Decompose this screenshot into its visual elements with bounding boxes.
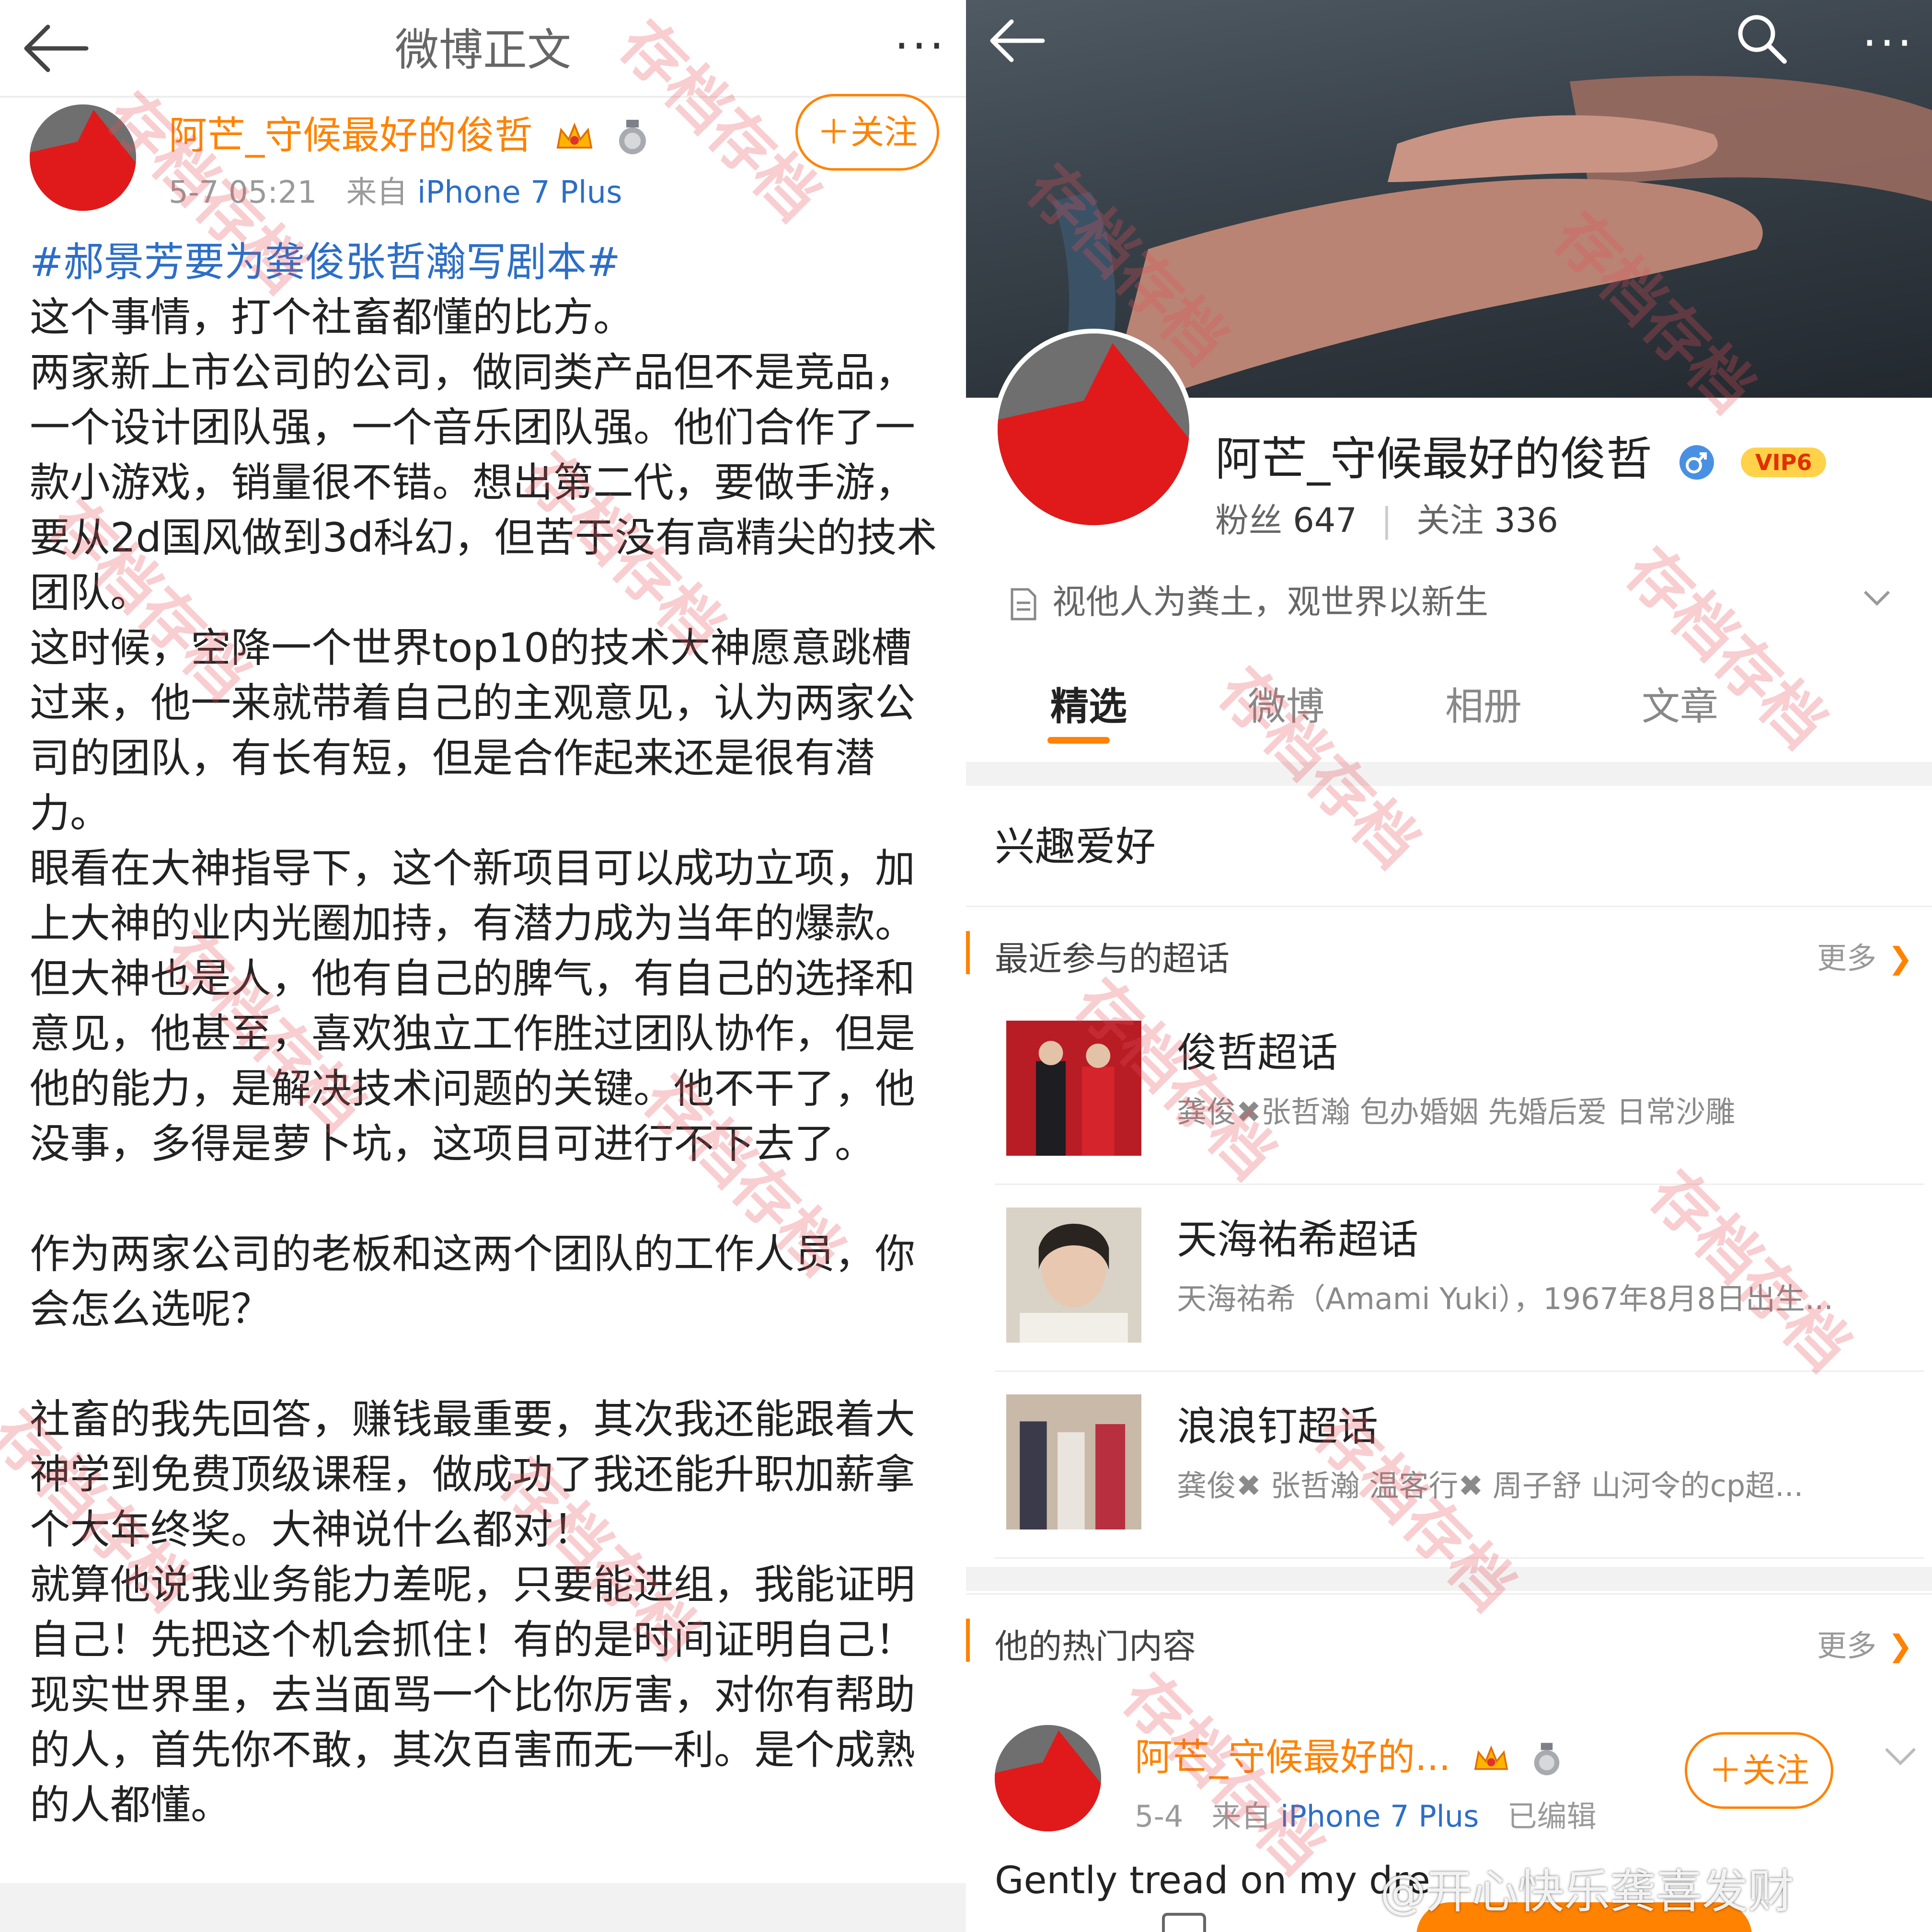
document-icon bbox=[1011, 588, 1036, 621]
profile-panel: ··· 阿芒_守候最好的俊哲 VIP6 粉丝 647 | 关注 336 视他人为… bbox=[966, 0, 1932, 1932]
chevron-down-icon[interactable] bbox=[1881, 1739, 1920, 1773]
hot-content-header: 他的热门内容 更多 ❯ bbox=[966, 1593, 1932, 1686]
profile-avatar[interactable] bbox=[993, 329, 1194, 530]
supertopic-item[interactable]: 浪浪钉超话 龚俊✖ 张哲瀚 温客行✖ 周子舒 山河令的cp超... bbox=[995, 1370, 1924, 1559]
supertopic-name: 天海祐希超话 bbox=[1177, 1216, 1419, 1263]
post-paragraph: 现实世界里，去当面骂一个比你厉害，对你有帮助的人，首先你不敢，其次百害而无一利。… bbox=[30, 1671, 916, 1828]
following-value: 336 bbox=[1494, 501, 1558, 540]
following-label: 关注 bbox=[1416, 501, 1484, 540]
back-arrow-icon[interactable] bbox=[985, 14, 1047, 67]
compose-icon[interactable] bbox=[1158, 1909, 1210, 1932]
section-divider bbox=[966, 1567, 1932, 1591]
supertopic-name: 浪浪钉超话 bbox=[1177, 1403, 1379, 1450]
bio-text: 视他人为粪土，观世界以新生 bbox=[1052, 582, 1488, 621]
profile-name-text: 阿芒_守候最好的俊哲 bbox=[1215, 432, 1652, 486]
medal-icon bbox=[1534, 1742, 1560, 1775]
chevron-right-icon: ❯ bbox=[1888, 941, 1913, 976]
hashtag-link[interactable]: #郝景芳要为龚俊张哲瀚写剧本# bbox=[30, 239, 621, 286]
post-detail-panel: 微博正文 ··· 阿芒_守候最好的俊哲 5-7 05:21 来自 iPhone … bbox=[0, 0, 966, 1932]
post-author-name-text[interactable]: 阿芒_守候最好的... bbox=[1135, 1736, 1450, 1779]
crown-badge-icon bbox=[557, 122, 593, 149]
supertopics-title: 最近参与的超话 bbox=[995, 939, 1230, 978]
supertopic-item[interactable]: 俊哲超话 龚俊✖张哲瀚 包办婚姻 先婚后爱 日常沙雕 bbox=[995, 997, 1924, 1185]
following-count[interactable]: 关注 336 bbox=[1416, 501, 1558, 540]
hot-content-title: 他的热门内容 bbox=[995, 1627, 1196, 1666]
more-label: 更多 bbox=[1817, 941, 1877, 976]
post-paragraph: 这时候，空降一个世界top10的技术大神愿意跳槽过来，他一来就带着自己的主观意见… bbox=[30, 624, 916, 837]
post-source[interactable]: iPhone 7 Plus bbox=[417, 175, 622, 210]
post-author-name[interactable]: 阿芒_守候最好的... bbox=[1135, 1727, 1562, 1781]
tab-articles[interactable]: 文章 bbox=[1642, 676, 1718, 731]
post-source[interactable]: iPhone 7 Plus bbox=[1280, 1799, 1479, 1834]
vip-badge[interactable]: VIP6 bbox=[1741, 447, 1827, 477]
supertopic-thumbnail bbox=[1006, 1394, 1141, 1530]
post-paragraph: 作为两家公司的老板和这两个团队的工作人员，你会怎么选呢？ bbox=[30, 1230, 916, 1333]
post-body: #郝景芳要为龚俊张哲瀚写剧本# 这个事情，打个社畜都懂的比方。 两家新上市公司的… bbox=[30, 235, 940, 1833]
chevron-right-icon: ❯ bbox=[1888, 1628, 1913, 1663]
follow-button[interactable]: ＋关注 bbox=[1685, 1732, 1833, 1809]
post-paragraph: 社畜的我先回答，赚钱最重要，其次我还能跟着大神学到免费顶级课程，做成功了我还能升… bbox=[30, 1396, 916, 1553]
page-title: 微博正文 bbox=[394, 24, 571, 76]
supertopic-desc: 天海祐希（Amami Yuki），1967年8月8日出生... bbox=[1177, 1281, 1834, 1316]
section-accent-bar bbox=[966, 931, 970, 974]
section-title: 兴趣爱好 bbox=[995, 823, 1156, 870]
supertopic-thumbnail bbox=[1006, 1021, 1141, 1156]
author-name-text[interactable]: 阿芒_守候最好的俊哲 bbox=[169, 113, 533, 158]
bottom-action-bar bbox=[0, 1883, 966, 1932]
post-meta: 5-7 05:21 来自 iPhone 7 Plus bbox=[169, 168, 622, 212]
profile-stats: 粉丝 647 | 关注 336 bbox=[1215, 494, 1558, 542]
fans-count[interactable]: 粉丝 647 bbox=[1215, 501, 1357, 540]
post-text: Gently tread on my dre bbox=[995, 1859, 1430, 1902]
profile-name: 阿芒_守候最好的俊哲 VIP6 bbox=[1215, 422, 1827, 488]
fans-value: 647 bbox=[1293, 501, 1357, 540]
post-time: 5-4 bbox=[1135, 1799, 1184, 1834]
supertopic-name: 俊哲超话 bbox=[1177, 1029, 1338, 1076]
image-credit: @开心快乐龚喜发财 bbox=[1380, 1865, 1794, 1919]
search-icon[interactable] bbox=[1733, 10, 1790, 67]
profile-tabs: 精选 微博 相册 文章 bbox=[966, 666, 1932, 762]
post-from-label: 来自 bbox=[346, 175, 408, 210]
supertopics-header: 最近参与的超话 更多 ❯ bbox=[966, 906, 1932, 998]
more-options-icon[interactable]: ··· bbox=[1862, 16, 1915, 70]
author-name[interactable]: 阿芒_守候最好的俊哲 bbox=[169, 104, 648, 160]
top-bar: 微博正文 ··· bbox=[0, 0, 966, 98]
tab-featured[interactable]: 精选 bbox=[1050, 676, 1127, 731]
more-options-icon[interactable]: ··· bbox=[894, 19, 947, 73]
avatar[interactable] bbox=[995, 1725, 1101, 1831]
chevron-down-icon[interactable] bbox=[1860, 580, 1894, 613]
edited-label: 已编辑 bbox=[1507, 1799, 1597, 1834]
post-from-label: 来自 bbox=[1211, 1799, 1271, 1834]
section-accent-bar bbox=[966, 1619, 970, 1662]
post-paragraph: 眼看在大神指导下，这个新项目可以成功立项，加上大神的业内光圈加持，有潜力成为当年… bbox=[30, 845, 916, 1167]
supertopic-desc: 龚俊✖张哲瀚 包办婚姻 先婚后爱 日常沙雕 bbox=[1177, 1094, 1736, 1129]
medal-icon bbox=[619, 120, 646, 155]
post-meta: 5-4 来自 iPhone 7 Plus 已编辑 bbox=[1135, 1792, 1597, 1835]
more-label: 更多 bbox=[1817, 1628, 1877, 1663]
active-tab-indicator bbox=[1047, 737, 1110, 744]
tab-weibo[interactable]: 微博 bbox=[1248, 676, 1324, 731]
tab-album[interactable]: 相册 bbox=[1445, 676, 1522, 731]
supertopic-thumbnail bbox=[1006, 1208, 1141, 1343]
post-paragraph: 两家新上市公司的公司，做同类产品但不是竞品，一个设计团队强，一个音乐团队强。他们… bbox=[30, 349, 937, 616]
post-time: 5-7 05:21 bbox=[169, 175, 317, 210]
hot-content-more-link[interactable]: 更多 ❯ bbox=[1817, 1622, 1913, 1665]
post-paragraph: 这个事情，打个社畜都懂的比方。 bbox=[30, 294, 634, 341]
section-divider bbox=[966, 762, 1932, 786]
avatar[interactable] bbox=[30, 104, 136, 211]
stats-separator: | bbox=[1381, 501, 1392, 540]
supertopic-desc: 龚俊✖ 张哲瀚 温客行✖ 周子舒 山河令的cp超... bbox=[1177, 1468, 1804, 1503]
male-gender-icon bbox=[1679, 445, 1714, 480]
supertopics-more-link[interactable]: 更多 ❯ bbox=[1817, 934, 1913, 977]
fans-label: 粉丝 bbox=[1215, 501, 1282, 540]
crown-badge-icon bbox=[1474, 1745, 1508, 1770]
follow-button[interactable]: ＋关注 bbox=[795, 94, 939, 171]
supertopic-item[interactable]: 天海祐希超话 天海祐希（Amami Yuki），1967年8月8日出生... bbox=[995, 1184, 1924, 1372]
post-paragraph: 就算他说我业务能力差呢，只要能进组，我能证明自己！先把这个机会抓住！有的是时间证… bbox=[30, 1561, 916, 1663]
profile-bio: 视他人为粪土，观世界以新生 bbox=[1009, 575, 1488, 623]
